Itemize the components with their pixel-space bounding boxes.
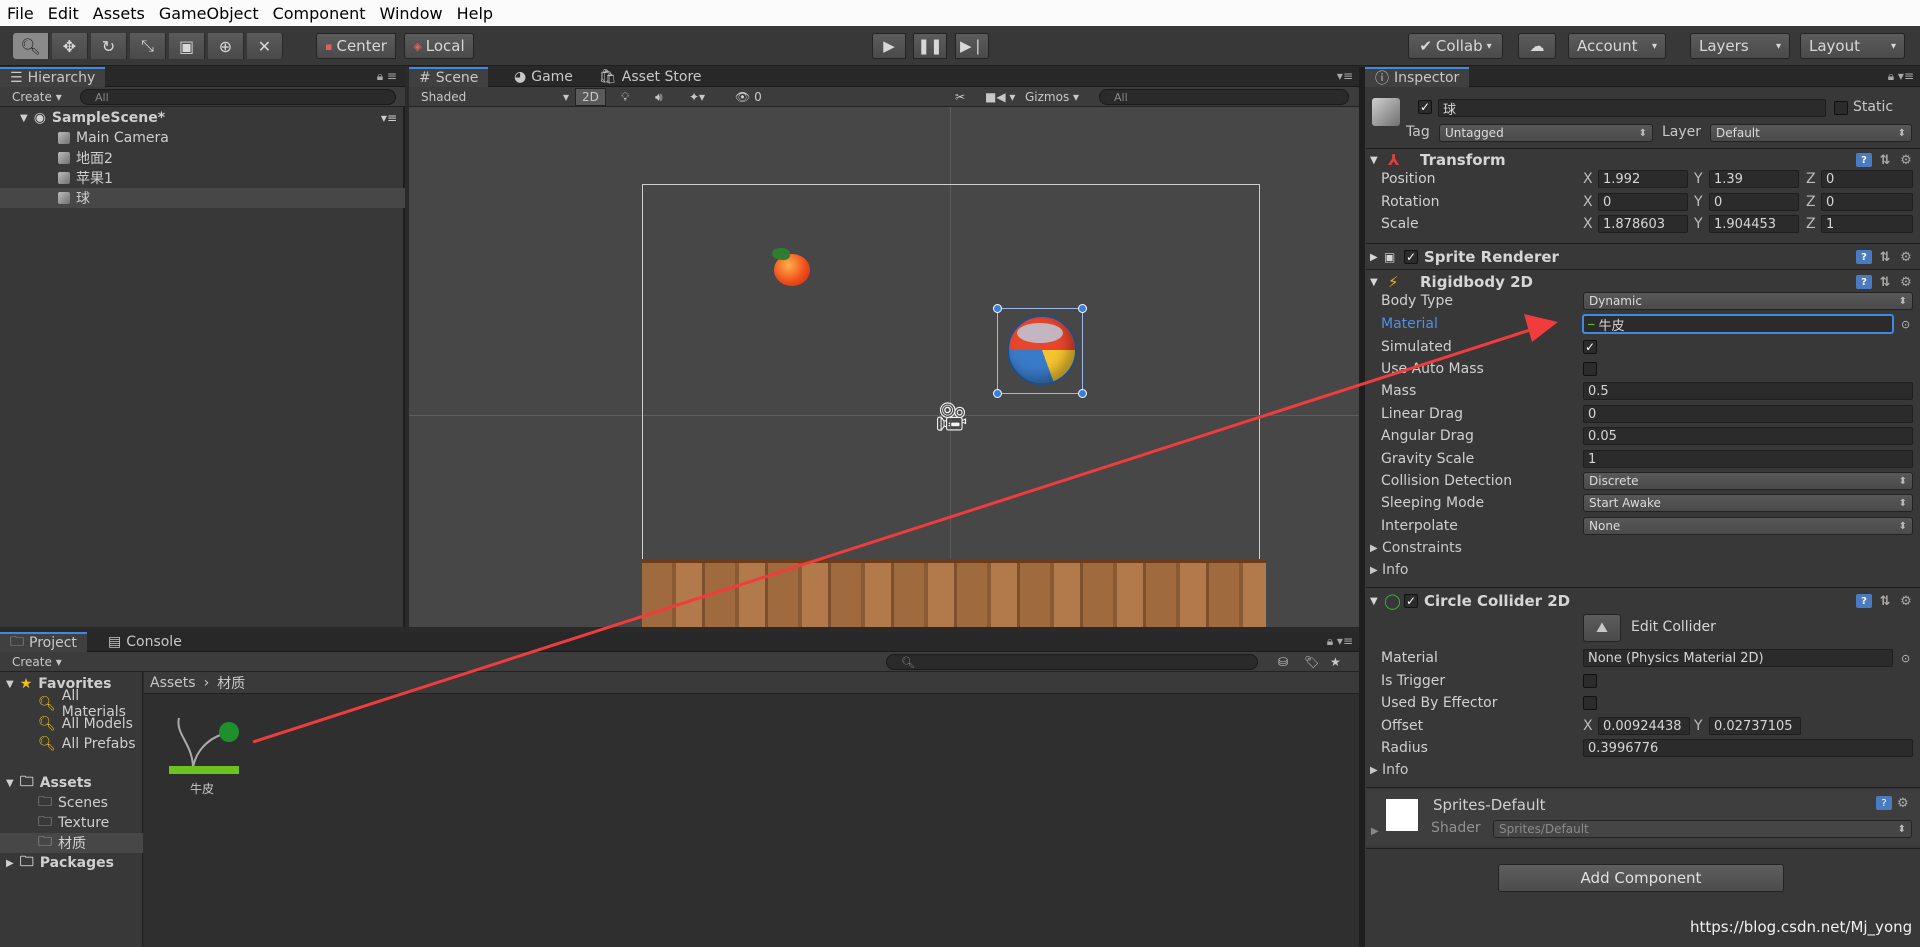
watermark: https://blog.csdn.net/Mj_yong <box>1690 918 1913 936</box>
annotation-arrow <box>252 314 1558 744</box>
